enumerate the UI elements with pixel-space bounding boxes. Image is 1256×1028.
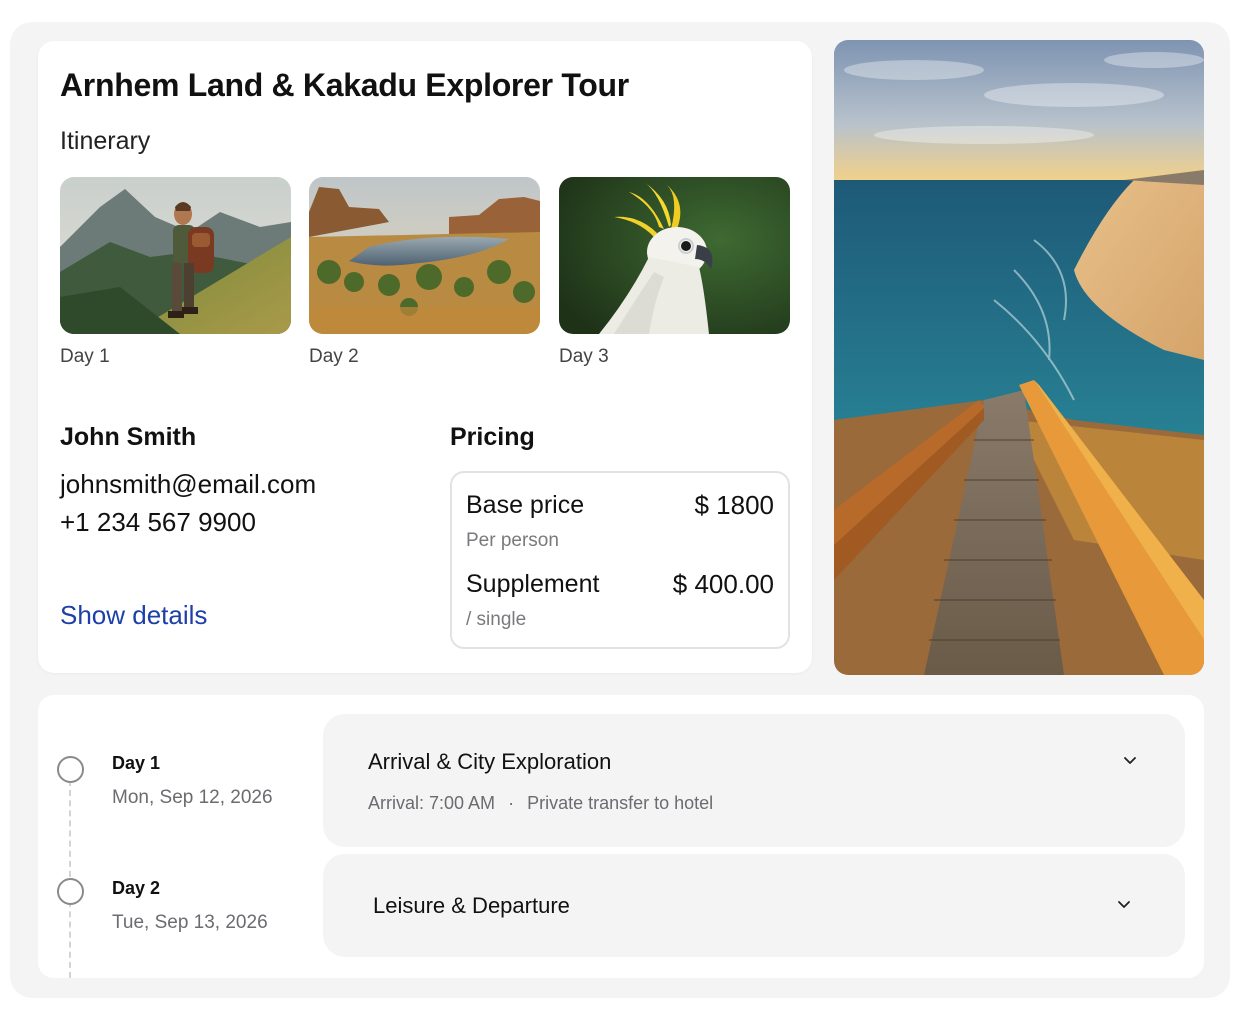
customer-email: johnsmith@email.com <box>60 469 317 499</box>
thumbnail-day-3[interactable] <box>559 177 790 334</box>
supplement-sub: / single <box>466 609 527 630</box>
accordion-day-2-title: Leisure & Departure <box>373 893 570 918</box>
river-gorge-image <box>309 177 540 334</box>
timeline-dot-day-2 <box>57 878 84 905</box>
thumbnail-label-day-1: Day 1 <box>60 346 110 367</box>
base-price-sub: Per person <box>466 530 559 551</box>
coastal-boardwalk-image <box>834 40 1204 675</box>
tour-title: Arnhem Land & Kakadu Explorer Tour <box>60 67 629 103</box>
supplement-value: $ 400.00 <box>672 569 774 599</box>
timeline-day-2-label: Day 2 <box>112 878 161 898</box>
base-price-value: $ 1800 <box>694 490 774 520</box>
timeline-day-1-label: Day 1 <box>112 753 161 773</box>
hiker-mountain-image <box>60 177 291 334</box>
accordion-day-1[interactable]: Arrival & City Exploration Arrival: 7:00… <box>323 714 1185 847</box>
supplement-label: Supplement <box>466 570 600 598</box>
timeline-dot-day-1 <box>57 756 84 783</box>
base-price-label: Base price <box>466 491 585 519</box>
thumbnail-day-1[interactable] <box>60 177 291 334</box>
pricing-heading: Pricing <box>450 423 535 451</box>
chevron-down-icon[interactable] <box>1115 896 1133 914</box>
accordion-day-1-details: Arrival: 7:00 AM · Private transfer to h… <box>368 793 713 814</box>
thumbnail-label-day-2: Day 2 <box>309 346 359 367</box>
customer-phone: +1 234 567 9900 <box>60 507 256 537</box>
separator-dot: · <box>508 793 515 813</box>
thumbnail-label-day-3: Day 3 <box>559 346 609 367</box>
transfer-info: Private transfer to hotel <box>527 793 714 813</box>
tour-card: Arnhem Land & Kakadu Explorer Tour Itine… <box>38 41 812 673</box>
itinerary-heading: Itinerary <box>60 127 151 155</box>
accordion-day-1-title: Arrival & City Exploration <box>368 749 612 774</box>
pricing-box: Base price $ 1800 Per person Supplement … <box>450 471 790 649</box>
customer-name: John Smith <box>60 423 197 451</box>
timeline-day-1-date: Mon, Sep 12, 2026 <box>112 787 273 808</box>
show-details-link[interactable]: Show details <box>60 600 207 631</box>
thumbnail-day-2[interactable] <box>309 177 540 334</box>
chevron-down-icon[interactable] <box>1121 752 1139 770</box>
timeline-day-2-date: Tue, Sep 13, 2026 <box>112 912 268 933</box>
hero-image <box>834 40 1204 675</box>
accordion-day-2[interactable]: Leisure & Departure <box>323 854 1185 957</box>
timeline-card: Day 1 Mon, Sep 12, 2026 Day 2 Tue, Sep 1… <box>38 695 1204 978</box>
cockatoo-image <box>559 177 790 334</box>
arrival-time: Arrival: 7:00 AM <box>368 793 496 813</box>
